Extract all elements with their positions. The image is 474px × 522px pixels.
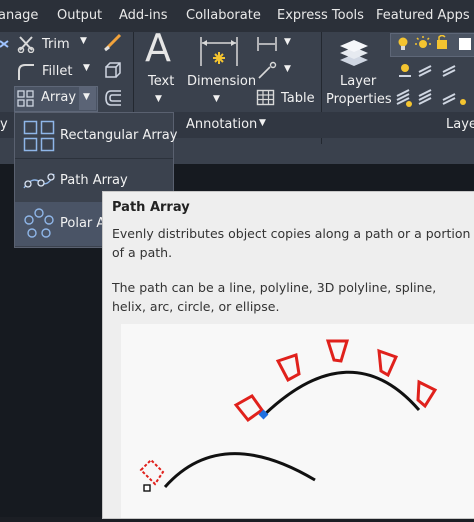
path-array-icon <box>23 173 55 189</box>
tab-express-tools[interactable]: Express Tools <box>277 8 364 23</box>
linear-dimension-icon[interactable] <box>256 35 278 53</box>
trim-button[interactable]: Trim <box>42 37 70 52</box>
layer-properties-icon <box>340 40 368 66</box>
fillet-dropdown-icon[interactable]: ▼ <box>83 63 90 73</box>
table-button[interactable]: Table <box>281 91 315 106</box>
text-dropdown-icon[interactable]: ▼ <box>155 94 162 104</box>
tooltip-illustration <box>121 324 474 518</box>
path-array-illustration <box>139 339 438 492</box>
trim-dropdown-icon[interactable]: ▼ <box>80 36 87 46</box>
table-icon <box>256 89 275 106</box>
tab-manage[interactable]: anage <box>0 8 38 23</box>
rectangular-array-menu-item[interactable]: Rectangular Array <box>15 114 177 158</box>
path-array-tooltip: Path Array Evenly distributes object cop… <box>102 191 474 519</box>
tooltip-note: The path can be a line, polyline, 3D pol… <box>112 280 437 314</box>
offset-icon[interactable] <box>103 88 125 108</box>
fillet-button[interactable]: Fillet <box>42 64 72 79</box>
rectangular-array-label: Rectangular Array <box>60 128 178 143</box>
trim-icon <box>17 36 35 53</box>
leader-dropdown-icon[interactable]: ▼ <box>284 64 291 74</box>
tooltip-title: Path Array <box>112 200 190 215</box>
array-dropdown-icon: ▼ <box>83 92 90 102</box>
base-grip <box>143 484 151 492</box>
leader-icon[interactable] <box>256 61 278 81</box>
layer-properties-label-1[interactable]: Layer <box>340 74 376 89</box>
lower-arc-path <box>163 452 316 488</box>
dimension-dropdown-icon[interactable]: ▼ <box>213 94 220 104</box>
array-copy-2 <box>275 353 301 383</box>
array-copy-5 <box>416 379 438 409</box>
match-properties-icon[interactable] <box>103 32 125 52</box>
tab-output[interactable]: Output <box>57 8 102 23</box>
box-3d-icon[interactable] <box>103 60 123 80</box>
path-array-label: Path Array <box>60 173 128 188</box>
array-copy-3 <box>325 339 350 363</box>
rectangular-array-icon <box>23 120 55 152</box>
dimension-button[interactable]: Dimension <box>187 74 256 89</box>
source-object <box>139 458 165 486</box>
layers-panel-title[interactable]: Laye <box>446 117 474 132</box>
tab-featured-apps[interactable]: Featured Apps <box>376 8 470 23</box>
dimension-icon <box>200 37 238 66</box>
layer-state-icons <box>398 35 471 50</box>
tooltip-description: Evenly distributes object copies along a… <box>112 226 471 260</box>
layer-tools-row-2-icons[interactable] <box>395 88 471 110</box>
text-icon[interactable]: A <box>145 26 171 70</box>
ribbon-tab-bar: anage Output Add-ins Collaborate Express… <box>0 0 474 32</box>
layer-tools-row-1-icons[interactable] <box>395 62 471 82</box>
annotation-panel-title[interactable]: Annotation <box>186 117 257 132</box>
array-copy-1 <box>233 394 265 423</box>
fillet-icon <box>18 64 34 80</box>
annotation-panel-expand-icon[interactable]: ▼ <box>259 118 266 128</box>
layer-properties-label-2[interactable]: Properties <box>326 92 392 107</box>
polar-array-icon <box>24 208 54 238</box>
partial-tool-icon[interactable] <box>0 37 10 51</box>
array-copy-4 <box>377 348 399 378</box>
tab-collaborate[interactable]: Collaborate <box>186 8 261 23</box>
panel-title-fragment: y <box>0 117 8 132</box>
tab-add-ins[interactable]: Add-ins <box>119 8 167 23</box>
array-label: Array <box>41 90 77 105</box>
linear-dimension-dropdown-icon[interactable]: ▼ <box>284 37 291 47</box>
text-button[interactable]: Text <box>148 74 174 89</box>
array-icon <box>17 90 34 107</box>
